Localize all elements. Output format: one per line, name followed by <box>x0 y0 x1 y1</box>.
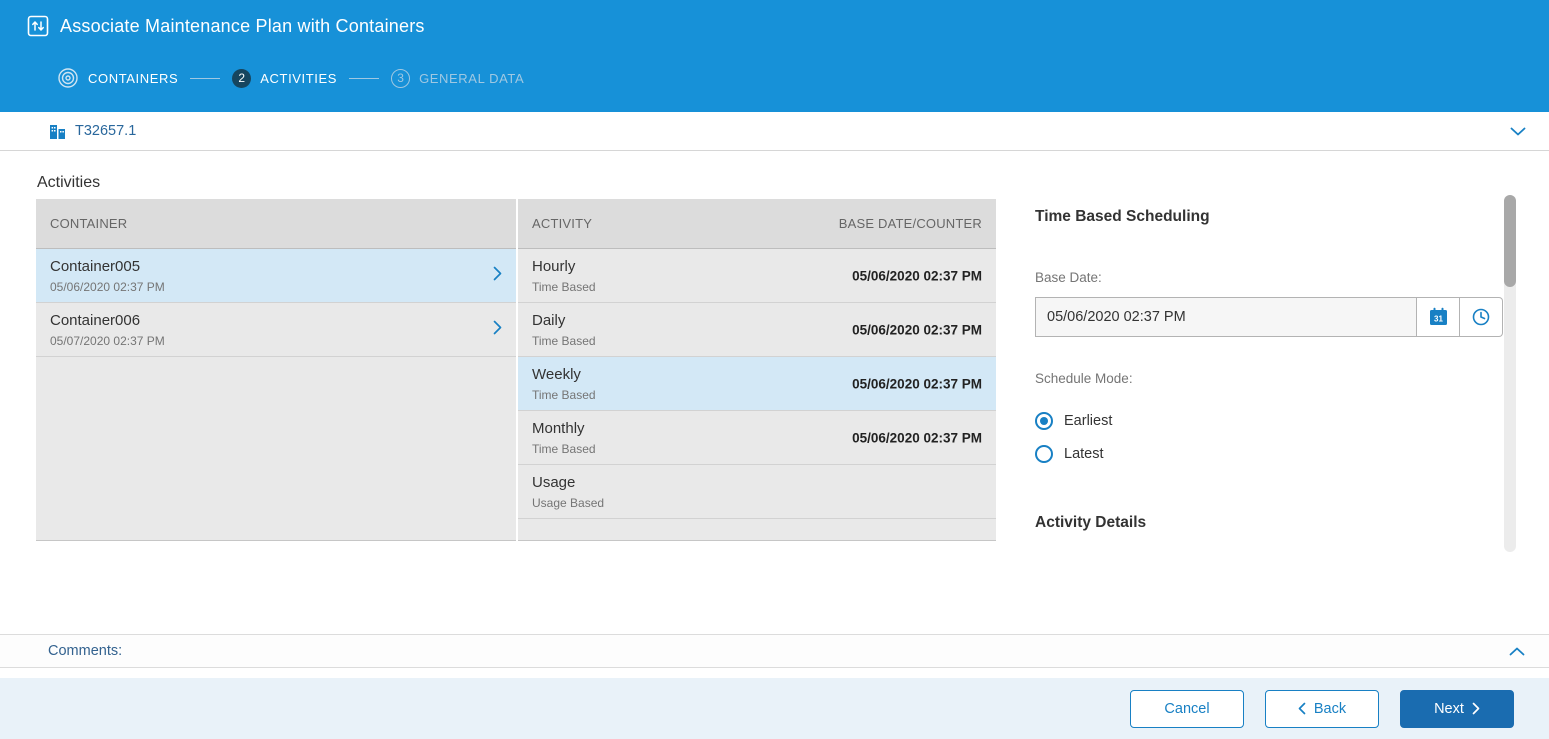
activity-row[interactable]: Daily Time Based 05/06/2020 02:37 PM <box>518 303 996 357</box>
chevron-right-icon[interactable] <box>493 320 502 340</box>
activity-row[interactable]: Weekly Time Based 05/06/2020 02:37 PM <box>518 357 996 411</box>
activity-base-date: 05/06/2020 02:37 PM <box>852 268 982 283</box>
title-row: Associate Maintenance Plan with Containe… <box>0 0 1549 37</box>
containers-icon <box>49 123 66 140</box>
step-activities-label: ACTIVITIES <box>260 70 338 86</box>
comments-bar: Comments: <box>0 634 1549 668</box>
container-name: Container006 <box>50 312 141 329</box>
radio-latest-icon[interactable] <box>1035 445 1053 463</box>
activities-tables: CONTAINER Container005 05/06/2020 02:37 … <box>36 199 996 541</box>
container-row[interactable]: Container005 05/06/2020 02:37 PM <box>36 249 516 303</box>
step-general-data-label: GENERAL DATA <box>419 70 525 86</box>
radio-latest-label: Latest <box>1064 446 1104 462</box>
next-button-label: Next <box>1434 700 1464 717</box>
base-date-column-header: BASE DATE/COUNTER <box>838 216 982 231</box>
back-button[interactable]: Back <box>1265 689 1379 728</box>
activity-base-date: 05/06/2020 02:37 PM <box>852 322 982 337</box>
maintenance-plan-icon <box>27 15 49 37</box>
chevron-right-icon <box>1472 702 1480 715</box>
next-button[interactable]: Next <box>1400 689 1514 728</box>
calendar-icon: 31 <box>1428 307 1449 327</box>
step-1-icon <box>57 67 79 89</box>
object-subheader: T32657.1 <box>0 112 1549 151</box>
cancel-button[interactable]: Cancel <box>1130 689 1244 728</box>
comments-label: Comments: <box>48 643 123 659</box>
activity-row[interactable]: Hourly Time Based 05/06/2020 02:37 PM <box>518 249 996 303</box>
activity-base-date: 05/06/2020 02:37 PM <box>852 376 982 391</box>
activity-table: ACTIVITY BASE DATE/COUNTER Hourly Time B… <box>518 199 996 541</box>
activity-row[interactable]: Monthly Time Based 05/06/2020 02:37 PM <box>518 411 996 465</box>
container-name: Container005 <box>50 258 141 275</box>
scheduling-panel: Time Based Scheduling Base Date: 05/06/2… <box>1035 199 1503 545</box>
schedule-mode-earliest-radio[interactable]: Earliest <box>1035 412 1503 430</box>
schedule-mode-label: Schedule Mode: <box>1035 371 1133 386</box>
chevron-left-icon <box>1298 702 1306 715</box>
svg-text:31: 31 <box>1434 315 1443 324</box>
activity-type: Usage Based <box>532 496 605 510</box>
container-table-header: CONTAINER <box>36 199 516 249</box>
step-containers-label: CONTAINERS <box>88 70 179 86</box>
step-activities[interactable]: 2 ACTIVITIES <box>232 68 338 88</box>
scheduling-panel-title: Time Based Scheduling <box>1035 208 1210 225</box>
plan-id: T32657.1 <box>75 123 137 139</box>
container-date: 05/06/2020 02:37 PM <box>50 280 165 294</box>
step-general-data[interactable]: 3 GENERAL DATA <box>391 68 525 88</box>
clock-icon <box>1471 307 1491 327</box>
activity-base-date: 05/06/2020 02:37 PM <box>852 430 982 445</box>
step-containers[interactable]: CONTAINERS <box>57 67 178 89</box>
radio-earliest-label: Earliest <box>1064 413 1113 429</box>
wizard-steps: CONTAINERS 2 ACTIVITIES 3 GENERAL DATA <box>57 67 1549 89</box>
chevron-right-icon[interactable] <box>493 266 502 286</box>
time-picker-button[interactable] <box>1460 297 1503 337</box>
subheader-collapse-chevron-down-icon[interactable] <box>1510 127 1526 136</box>
comments-collapse-chevron-up-icon[interactable] <box>1509 647 1525 656</box>
container-row[interactable]: Container006 05/07/2020 02:37 PM <box>36 303 516 357</box>
container-column-header: CONTAINER <box>50 216 128 231</box>
step-connector <box>190 77 221 79</box>
back-button-label: Back <box>1313 700 1347 717</box>
step-3-badge: 3 <box>391 68 411 88</box>
activity-details-title: Activity Details <box>1035 514 1147 531</box>
activity-column-header: ACTIVITY <box>532 216 593 231</box>
app-header: Associate Maintenance Plan with Containe… <box>0 0 1549 112</box>
container-date: 05/07/2020 02:37 PM <box>50 334 165 348</box>
base-date-label: Base Date: <box>1035 270 1102 285</box>
activity-table-header: ACTIVITY BASE DATE/COUNTER <box>518 199 996 249</box>
schedule-mode-latest-radio[interactable]: Latest <box>1035 445 1503 463</box>
activity-name: Usage <box>532 474 576 491</box>
footer-bar: Cancel Back Next <box>0 678 1549 739</box>
base-date-input-group: 05/06/2020 02:37 PM 31 <box>1035 297 1503 337</box>
radio-earliest-icon[interactable] <box>1035 412 1053 430</box>
activities-section-title: Activities <box>37 174 101 191</box>
cancel-button-label: Cancel <box>1164 700 1210 717</box>
base-date-input[interactable]: 05/06/2020 02:37 PM <box>1035 297 1417 337</box>
calendar-picker-button[interactable]: 31 <box>1417 297 1460 337</box>
page-title: Associate Maintenance Plan with Containe… <box>60 15 425 36</box>
activity-row[interactable]: Usage Usage Based <box>518 465 996 519</box>
step-connector <box>349 77 380 79</box>
container-table: CONTAINER Container005 05/06/2020 02:37 … <box>36 199 516 541</box>
step-2-badge: 2 <box>232 68 252 88</box>
scrollbar-thumb[interactable] <box>1504 195 1516 287</box>
vertical-scrollbar[interactable] <box>1504 195 1516 552</box>
